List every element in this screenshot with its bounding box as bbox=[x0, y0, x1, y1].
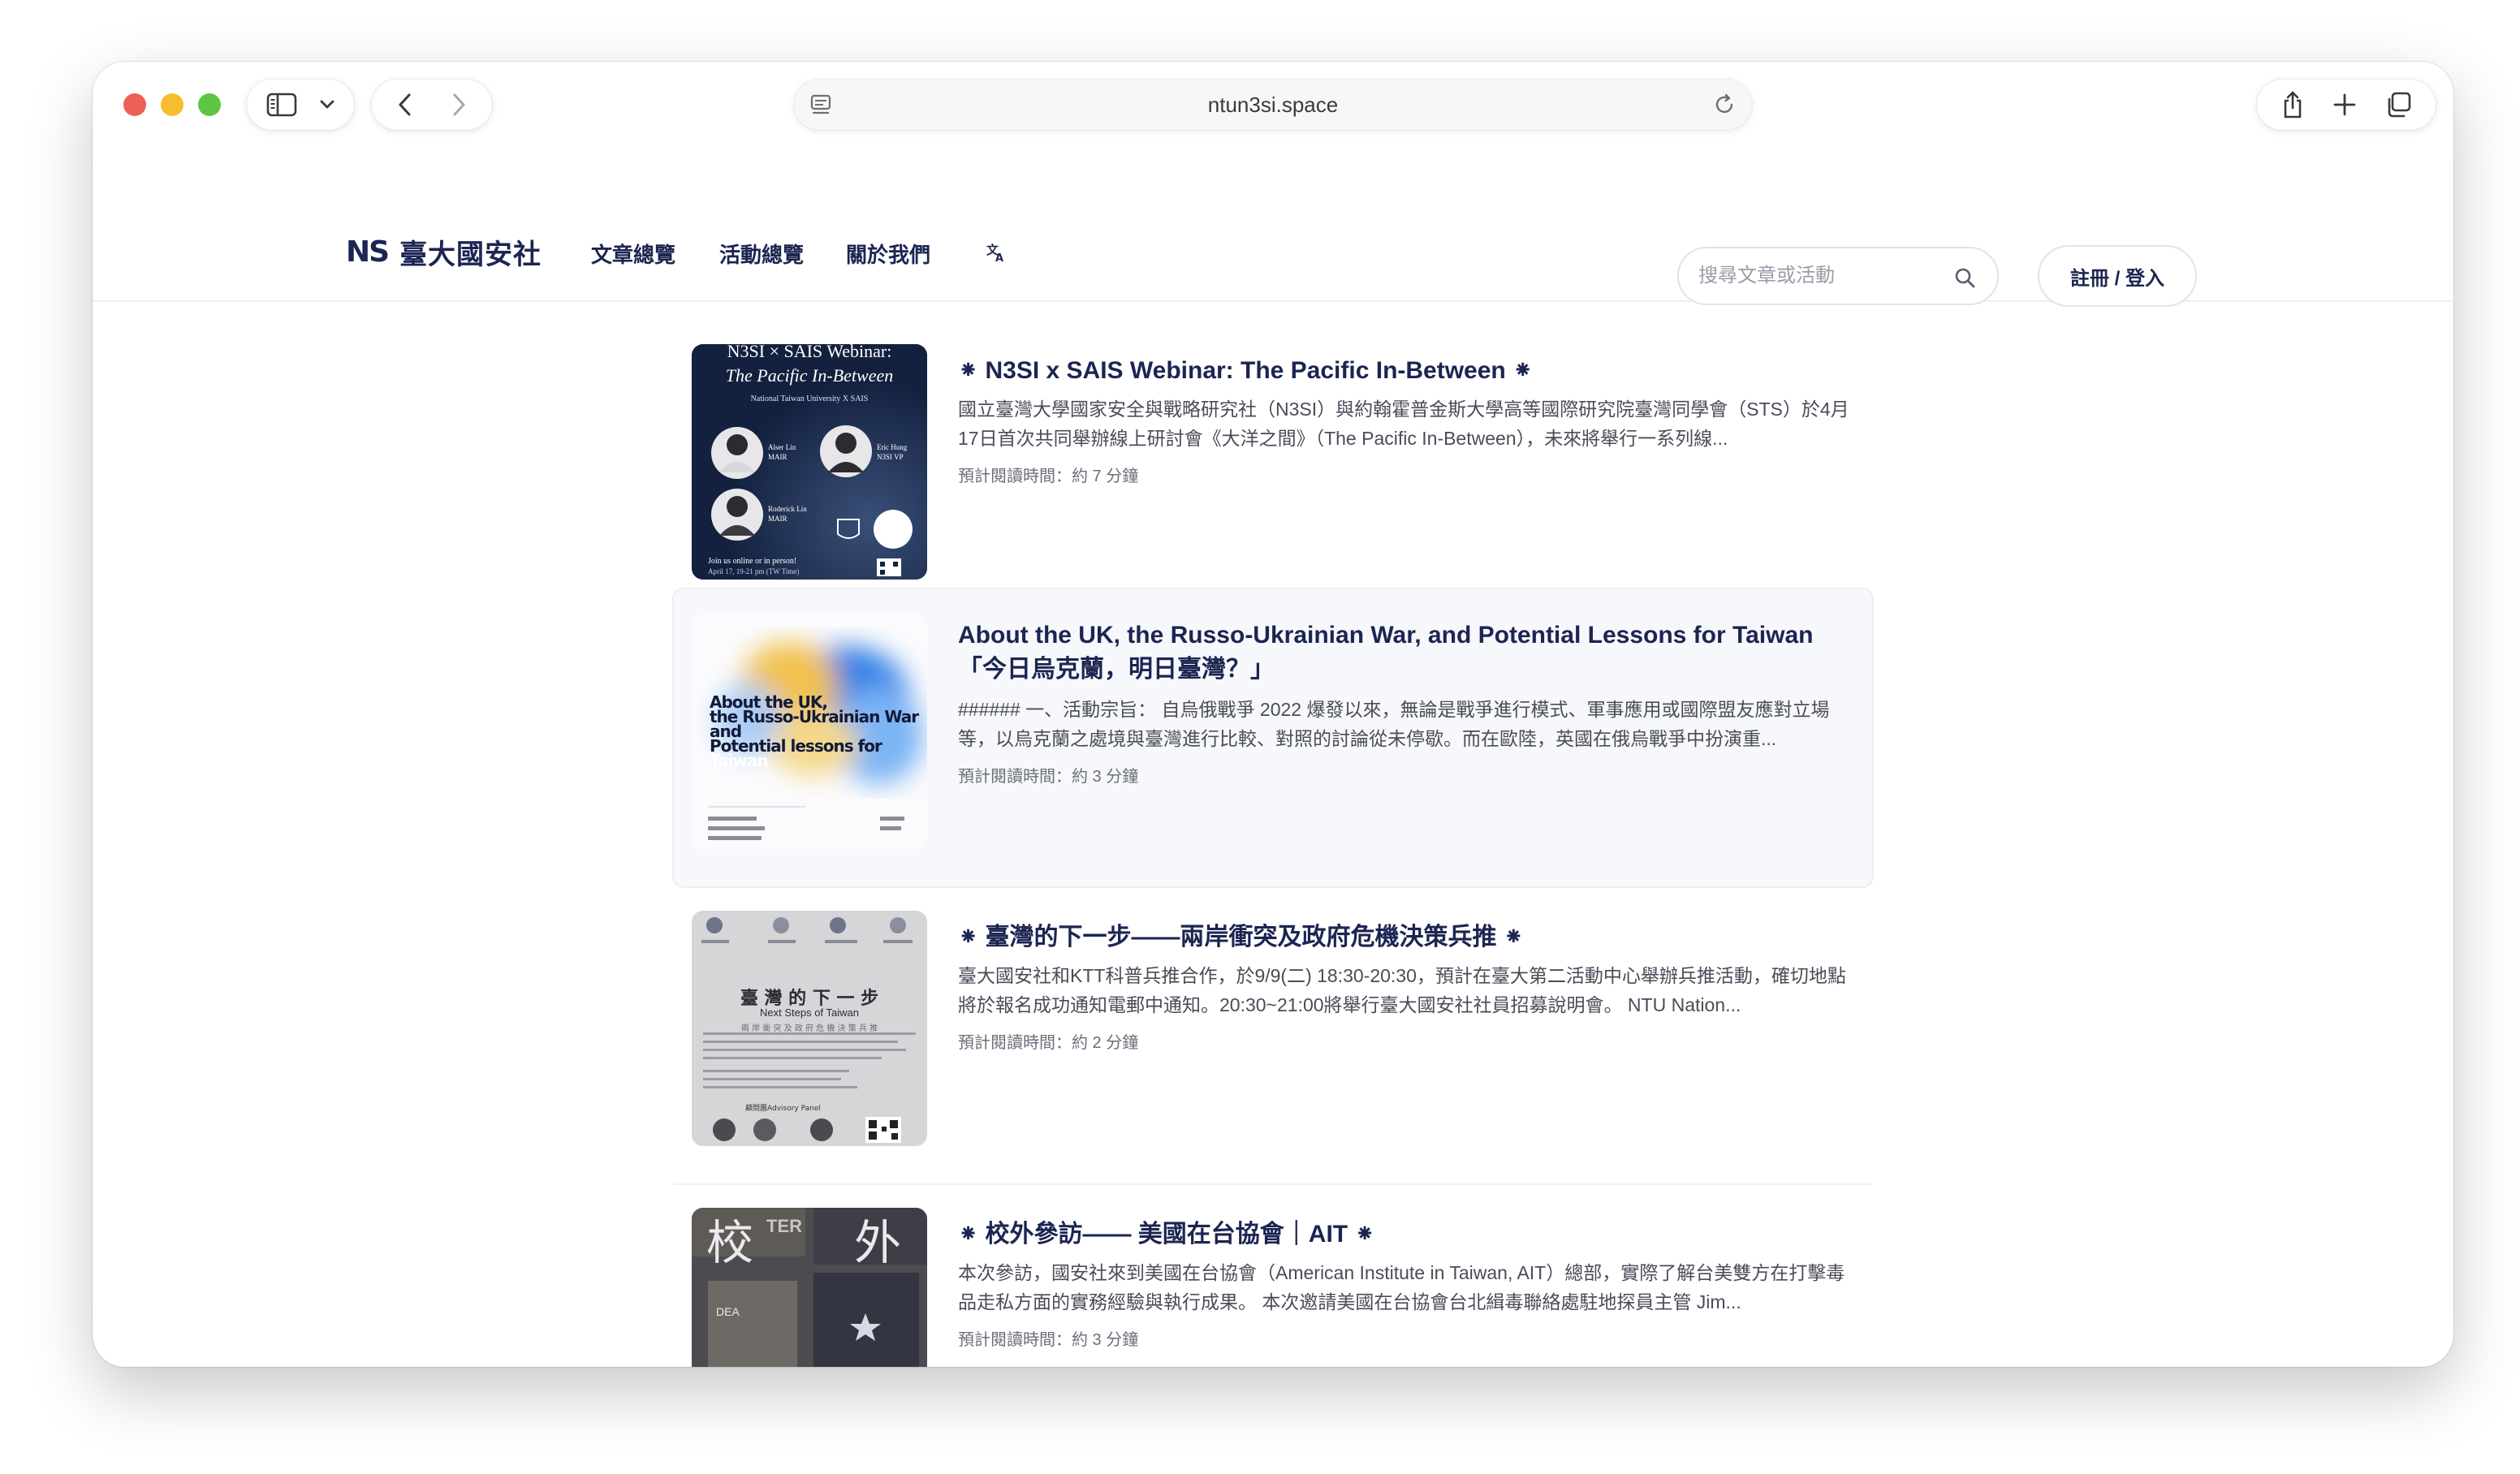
thumb-text: Eric Hung bbox=[877, 443, 908, 451]
logo-text: 臺大國安社 bbox=[399, 239, 542, 270]
article-card[interactable]: N3SI × SAIS Webinar: The Pacific In-Betw… bbox=[674, 320, 1872, 618]
chevron-down-icon[interactable] bbox=[319, 99, 335, 110]
translate-icon[interactable]: 文A bbox=[986, 241, 1007, 266]
zoom-window-button[interactable] bbox=[198, 93, 221, 116]
article-excerpt: ###### 一、活動宗旨： 自烏俄戰爭 2022 爆發以來，無論是戰爭進行模式… bbox=[958, 699, 1830, 749]
reload-icon[interactable] bbox=[1711, 92, 1737, 122]
minimize-window-button[interactable] bbox=[161, 93, 183, 116]
tab-overview-icon[interactable] bbox=[2384, 91, 2412, 119]
login-register-button[interactable]: 註冊 / 登入 bbox=[2038, 245, 2197, 307]
thumb-text: Next Steps of Taiwan bbox=[760, 1006, 859, 1019]
svg-text:A: A bbox=[995, 252, 1003, 262]
thumb-text: 校 bbox=[706, 1215, 754, 1270]
browser-window: ntun3si.space NS 臺大國安社 文章總覽 活動總覽 關於我們 文 … bbox=[93, 62, 2453, 1367]
thumb-text: the Russo-Ukrainian War bbox=[710, 707, 919, 726]
nav-events[interactable]: 活動總覽 bbox=[719, 239, 804, 267]
article-excerpt: 國立臺灣大學國家安全與戰略研究社（N3SI）與約翰霍普金斯大學高等國際研究院臺灣… bbox=[958, 399, 1849, 449]
search-input[interactable] bbox=[1698, 248, 1942, 304]
thumb-text: The Pacific In-Between bbox=[725, 365, 894, 386]
reading-time: 預計閱讀時間：約 3 分鐘 bbox=[958, 768, 1139, 786]
thumb-text: Alser Lin bbox=[768, 443, 796, 451]
article-thumbnail[interactable]: 校 外 TER DEA bbox=[692, 1208, 927, 1367]
thumb-text: N3SI × SAIS Webinar: bbox=[727, 344, 892, 361]
sidebar-control bbox=[247, 80, 354, 130]
thumb-text: DEA bbox=[716, 1305, 740, 1318]
thumb-text: 兩 岸 衝 突 及 政 府 危 機 決 策 兵 推 bbox=[740, 1024, 878, 1033]
address-bar[interactable]: ntun3si.space bbox=[794, 80, 1752, 130]
url-text: ntun3si.space bbox=[1207, 93, 1339, 117]
thumb-text: 顧問團Advisory Panel bbox=[745, 1105, 821, 1113]
search-box bbox=[1677, 247, 1999, 305]
article-card[interactable]: About the UK, the Russo-Ukrainian War an… bbox=[674, 589, 1872, 886]
article-title[interactable]: About the UK, the Russo-Ukrainian War, a… bbox=[958, 618, 1859, 687]
close-window-button[interactable] bbox=[123, 93, 146, 116]
forward-arrow-icon[interactable] bbox=[450, 92, 468, 118]
share-icon[interactable] bbox=[2281, 90, 2305, 119]
browser-toolbar: ntun3si.space bbox=[93, 62, 2453, 146]
thumb-text: 外 bbox=[854, 1215, 902, 1270]
new-tab-plus-icon[interactable] bbox=[2332, 93, 2357, 117]
thumb-text: TER bbox=[766, 1216, 802, 1236]
nav-about[interactable]: 關於我們 bbox=[846, 239, 930, 267]
thumb-text: Join us online or in person! bbox=[708, 557, 797, 566]
article-card[interactable]: 校 外 TER DEA ⁕ 校外參訪—— 美國在台協會｜AIT ⁕ 本次參訪，國… bbox=[674, 1183, 1872, 1367]
history-navigation bbox=[372, 80, 492, 130]
thumb-text: Roderick Lin bbox=[768, 505, 807, 513]
sidebar-toggle-icon[interactable] bbox=[266, 93, 297, 117]
toolbar-actions bbox=[2257, 80, 2436, 130]
back-arrow-icon[interactable] bbox=[396, 92, 414, 118]
reading-time: 預計閱讀時間：約 7 分鐘 bbox=[958, 468, 1139, 485]
thumb-text: April 17, 19-21 pm (TW Time) bbox=[708, 567, 800, 575]
article-thumbnail[interactable]: 臺 灣 的 下 一 步 Next Steps of Taiwan 兩 岸 衝 突… bbox=[692, 911, 927, 1146]
article-card[interactable]: 臺 灣 的 下 一 步 Next Steps of Taiwan 兩 岸 衝 突… bbox=[674, 886, 1872, 1185]
search-icon[interactable] bbox=[1953, 266, 1976, 293]
thumb-text: MAIR bbox=[768, 453, 788, 461]
article-excerpt: 本次參訪，國安社來到美國在台協會（American Institute in T… bbox=[958, 1262, 1845, 1312]
nav-articles[interactable]: 文章總覽 bbox=[591, 239, 675, 267]
article-title[interactable]: ⁕ 臺灣的下一步——兩岸衝突及政府危機決策兵推 ⁕ bbox=[958, 920, 1859, 955]
reading-time: 預計閱讀時間：約 3 分鐘 bbox=[958, 1331, 1139, 1349]
article-title[interactable]: ⁕ N3SI x SAIS Webinar: The Pacific In-Be… bbox=[958, 354, 1859, 388]
logo-mark: NS bbox=[346, 235, 390, 269]
thumb-text: N3SI VP bbox=[877, 453, 904, 461]
article-title[interactable]: ⁕ 校外參訪—— 美國在台協會｜AIT ⁕ bbox=[958, 1218, 1859, 1252]
site-header: NS 臺大國安社 文章總覽 活動總覽 關於我們 文A 註冊 / 登入 bbox=[93, 146, 2453, 307]
thumb-text: MAIR bbox=[768, 515, 788, 523]
article-thumbnail[interactable]: N3SI × SAIS Webinar: The Pacific In-Betw… bbox=[692, 344, 927, 580]
thumb-text: National Taiwan University X SAIS bbox=[750, 394, 869, 403]
article-excerpt: 臺大國安社和KTT科普兵推合作，於9/9(二) 18:30-20:30，預計在臺… bbox=[958, 965, 1846, 1015]
site-logo[interactable]: NS 臺大國安社 bbox=[346, 235, 542, 270]
article-thumbnail[interactable]: About the UK, the Russo-Ukrainian War an… bbox=[692, 614, 927, 849]
reading-time: 預計閱讀時間：約 2 分鐘 bbox=[958, 1034, 1139, 1052]
